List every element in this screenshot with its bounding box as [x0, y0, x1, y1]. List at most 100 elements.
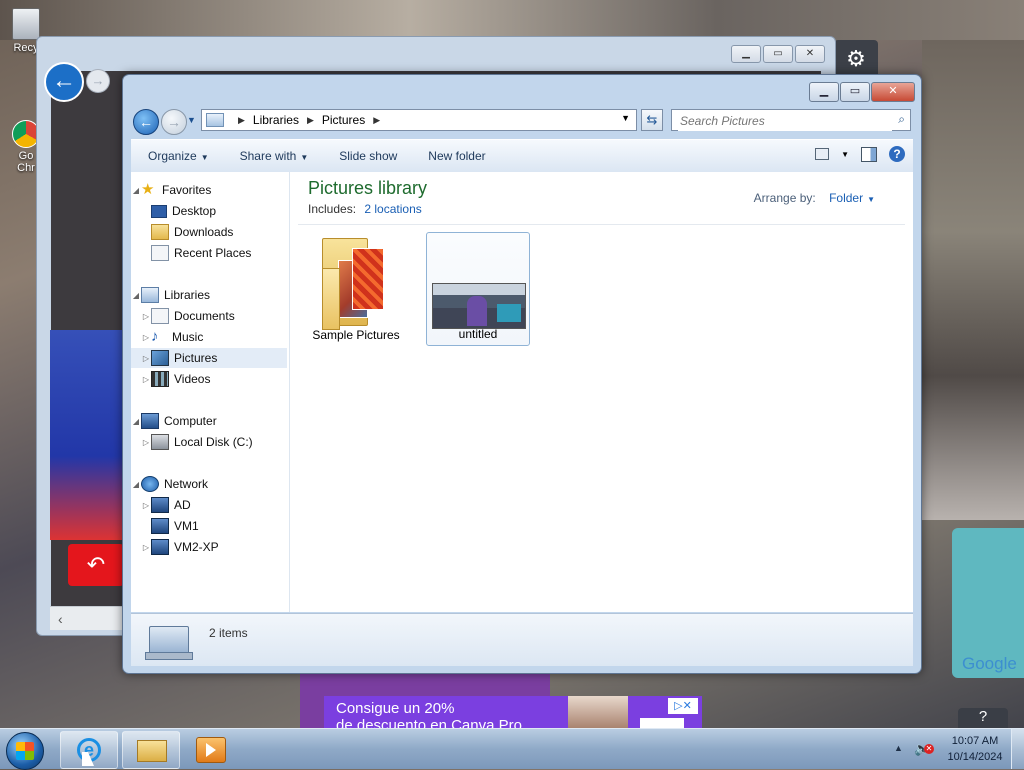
minimize-button[interactable]: ▁ — [809, 82, 839, 102]
share-with-button[interactable]: Share with ▼ — [240, 149, 309, 163]
desktop-background — [0, 0, 1024, 40]
nav-item-vm2-xp[interactable]: ▷ VM2-XP — [131, 537, 287, 557]
documents-icon — [151, 308, 169, 324]
explorer-window[interactable]: ▁ ▭ ✕ ← → ▼ ▶ Libraries ▶ Pictures ▶ ▼ ⇆… — [122, 74, 922, 674]
view-controls: ▼ ? — [815, 146, 905, 162]
nav-label: VM2-XP — [174, 540, 219, 554]
collapse-arrow-icon[interactable]: ▷ — [141, 312, 151, 321]
chevron-right-icon[interactable]: ▶ — [307, 115, 314, 126]
network-computer-icon — [151, 518, 169, 534]
collapse-arrow-icon[interactable]: ▷ — [141, 375, 151, 384]
nav-item-favorites[interactable]: ◢ ★ Favorites — [131, 180, 287, 200]
nav-item-network[interactable]: ◢ Network — [131, 474, 287, 494]
file-item-untitled[interactable]: untitled — [426, 232, 530, 346]
refresh-button[interactable]: ⇆ — [641, 109, 663, 131]
music-note-icon: ♪ — [151, 328, 159, 345]
address-bar[interactable]: ▶ Libraries ▶ Pictures ▶ ▼ — [201, 109, 637, 131]
horizontal-scrollbar[interactable]: ‹ — [50, 606, 122, 630]
expand-arrow-icon[interactable]: ◢ — [131, 480, 141, 489]
start-button[interactable] — [6, 732, 44, 770]
close-button[interactable]: ✕ — [795, 45, 825, 63]
breadcrumb-libraries[interactable]: Libraries — [253, 113, 299, 127]
back-button[interactable]: ← — [133, 109, 159, 135]
expand-arrow-icon[interactable]: ◢ — [131, 291, 141, 300]
taskbar-media-player[interactable] — [196, 737, 226, 763]
details-pane: 2 items — [131, 613, 913, 666]
nav-item-recent-places[interactable]: Recent Places — [131, 243, 287, 263]
organize-label: Organize — [148, 149, 197, 163]
search-input[interactable] — [678, 111, 892, 131]
collapse-arrow-icon[interactable]: ▷ — [141, 333, 151, 342]
search-icon[interactable]: ⌕ — [898, 112, 905, 127]
maximize-button[interactable]: ▭ — [763, 45, 793, 63]
nav-item-computer[interactable]: ◢ Computer — [131, 411, 287, 431]
nav-item-desktop[interactable]: Desktop — [131, 201, 287, 221]
organize-button[interactable]: Organize ▼ — [148, 149, 209, 163]
nav-item-downloads[interactable]: Downloads — [131, 222, 287, 242]
ad-banner[interactable]: Consigue un 20% de descuento en Canva Pr… — [324, 696, 702, 730]
forward-button[interactable]: → — [161, 109, 187, 135]
preview-pane-icon[interactable] — [861, 146, 877, 162]
nav-item-ad[interactable]: ▷ AD — [131, 495, 287, 515]
nav-item-documents[interactable]: ▷ Documents — [131, 306, 287, 326]
nav-item-local-disk[interactable]: ▷ Local Disk (C:) — [131, 432, 287, 452]
chevron-right-icon[interactable]: ▶ — [238, 115, 245, 126]
nav-item-libraries[interactable]: ◢ Libraries — [131, 285, 287, 305]
recent-pages-dropdown-icon[interactable]: ▼ — [187, 115, 196, 125]
background-image-region — [922, 40, 1024, 520]
new-folder-button[interactable]: New folder — [428, 149, 485, 163]
nav-label: VM1 — [174, 519, 199, 533]
change-view-icon[interactable] — [815, 148, 830, 160]
collapse-arrow-icon[interactable]: ▷ — [141, 543, 151, 552]
show-desktop-button[interactable] — [1011, 729, 1024, 769]
nav-item-music[interactable]: ▷ ♪ Music — [131, 327, 287, 347]
chevron-down-icon: ▼ — [200, 153, 209, 162]
ad-close-icon[interactable]: ▷✕ — [668, 698, 698, 714]
file-item-sample-pictures[interactable]: Sample Pictures — [304, 232, 408, 346]
arrange-dropdown[interactable]: Folder ▼ — [829, 191, 875, 205]
volume-muted-icon[interactable]: 🔈 ✕ — [914, 741, 934, 757]
taskbar-windows-explorer[interactable] — [122, 731, 180, 769]
nav-label: Pictures — [174, 351, 218, 365]
close-button[interactable]: ✕ — [871, 82, 915, 102]
collapse-arrow-icon[interactable]: ▷ — [141, 354, 151, 363]
minimize-button[interactable]: ▁ — [731, 45, 761, 63]
gear-icon[interactable]: ⚙ — [834, 40, 878, 78]
arrange-label: Arrange by: — [753, 191, 816, 205]
window-controls[interactable]: ▁ ▭ ✕ — [809, 82, 915, 102]
nav-label: Network — [164, 477, 209, 491]
content-pane[interactable]: Pictures library Includes: 2 locations A… — [290, 172, 913, 612]
explorer-body: ◢ ★ Favorites Desktop Downloads Recent P… — [131, 172, 913, 612]
slide-show-button[interactable]: Slide show — [339, 149, 397, 163]
show-hidden-icons-button[interactable]: ▲ — [894, 743, 903, 753]
background-window-controls[interactable]: ▁ ▭ ✕ — [731, 45, 825, 63]
chevron-down-icon[interactable]: ▼ — [621, 113, 630, 123]
forward-arrow-icon[interactable]: → — [86, 69, 110, 93]
background-image-region — [50, 330, 122, 540]
breadcrumb-pictures[interactable]: Pictures — [322, 113, 365, 127]
computer-icon — [141, 413, 159, 429]
includes-label: Includes: — [308, 202, 357, 216]
help-icon[interactable]: ? — [889, 146, 905, 162]
collapse-arrow-icon[interactable]: ▷ — [141, 501, 151, 510]
file-item-label: untitled — [458, 327, 498, 341]
library-title: Pictures library — [308, 178, 428, 198]
search-box[interactable]: ⌕ — [671, 109, 911, 131]
clock[interactable]: 10:07 AM 10/14/2024 — [940, 733, 1010, 765]
nav-item-videos[interactable]: ▷ Videos — [131, 369, 287, 389]
expand-arrow-icon[interactable]: ◢ — [131, 186, 141, 195]
mouse-cursor — [82, 752, 94, 766]
collapse-arrow-icon[interactable]: ▷ — [141, 438, 151, 447]
locations-link[interactable]: 2 locations — [364, 202, 421, 216]
chevron-down-icon[interactable]: ▼ — [841, 150, 849, 159]
recycle-bin-label: Recy — [13, 42, 39, 54]
chevron-right-icon[interactable]: ▶ — [373, 115, 380, 126]
back-arrow-icon[interactable]: ← — [44, 62, 84, 102]
nav-item-vm1[interactable]: VM1 — [131, 516, 287, 536]
expand-arrow-icon[interactable]: ◢ — [131, 417, 141, 426]
undo-icon[interactable]: ↶ — [68, 544, 124, 586]
nav-label: Libraries — [164, 288, 211, 302]
maximize-button[interactable]: ▭ — [840, 82, 870, 102]
play-icon — [206, 743, 216, 757]
nav-item-pictures[interactable]: ▷ Pictures — [131, 348, 287, 368]
